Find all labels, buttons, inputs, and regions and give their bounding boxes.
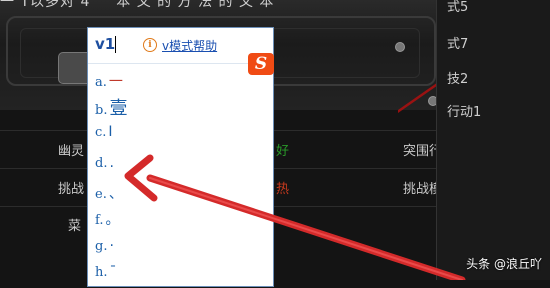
watermark: 头条 @浪丘吖 — [466, 257, 542, 271]
red-arrow-annotation — [124, 154, 466, 280]
